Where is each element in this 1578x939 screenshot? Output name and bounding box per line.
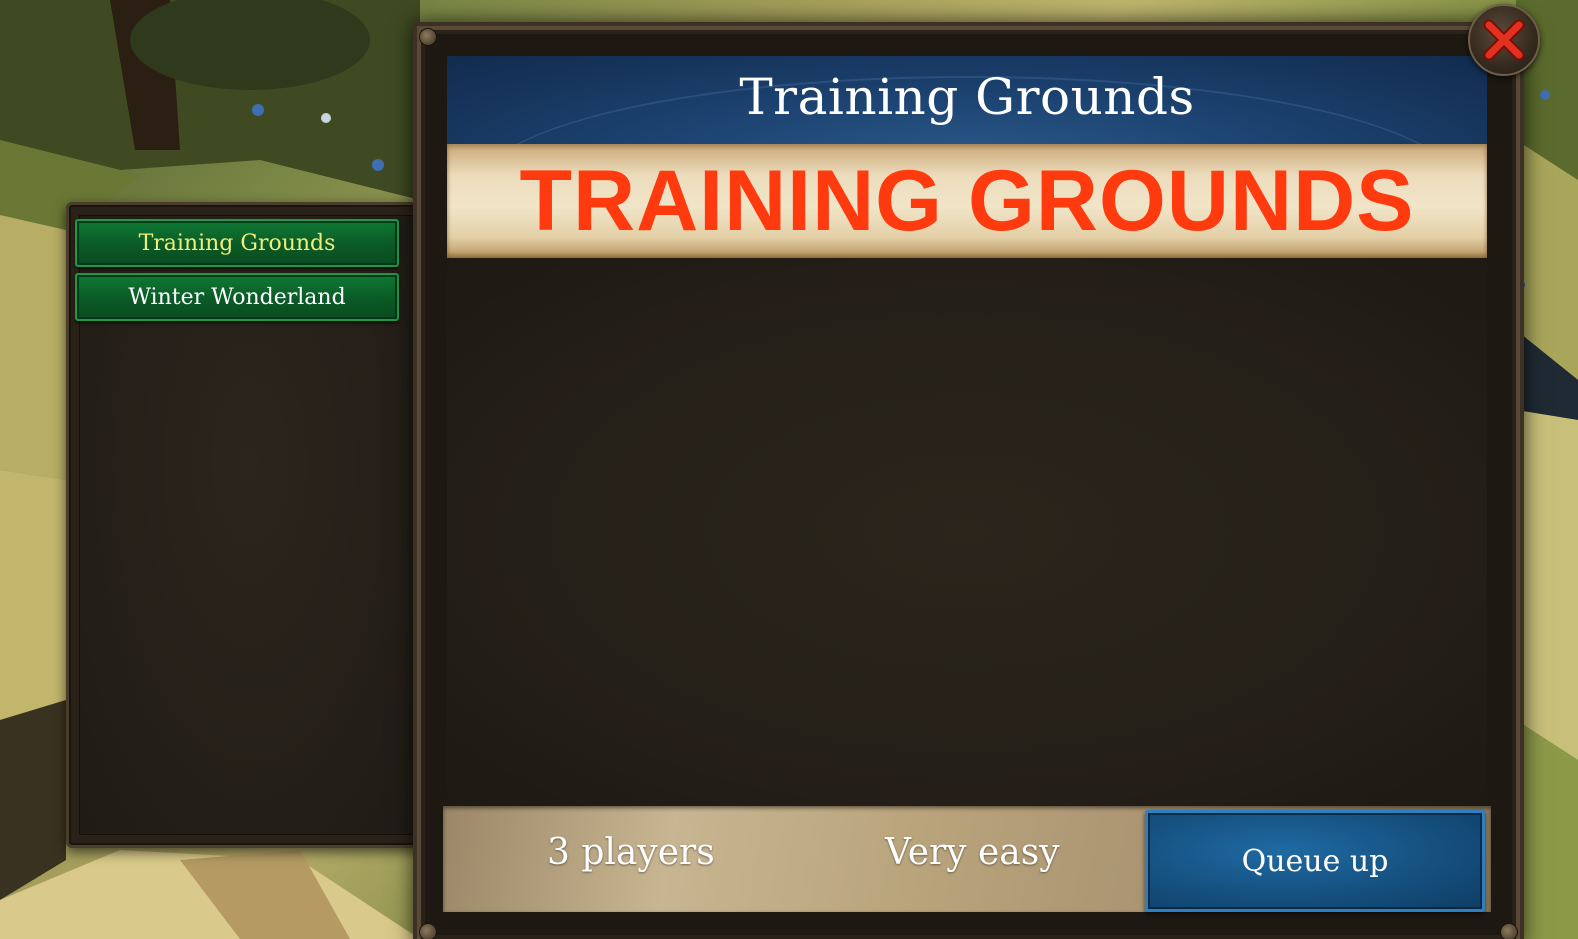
queue-up-button[interactable]: Queue up bbox=[1145, 810, 1485, 912]
corner-rivet bbox=[1500, 923, 1518, 939]
map-banner-title: TRAINING GROUNDS bbox=[519, 153, 1415, 249]
map-details-dialog: Training Grounds TRAINING GROUNDS 3 play… bbox=[413, 22, 1524, 939]
dialog-footer: 3 players Very easy Queue up bbox=[443, 806, 1491, 912]
game-world-background: Training Grounds Winter Wonderland Train… bbox=[0, 0, 1578, 939]
corner-rivet bbox=[419, 923, 437, 939]
map-banner: TRAINING GROUNDS bbox=[447, 144, 1487, 258]
dialog-title: Training Grounds bbox=[739, 68, 1195, 126]
map-item-training-grounds[interactable]: Training Grounds bbox=[75, 219, 399, 267]
difficulty-label: Very easy bbox=[885, 832, 1060, 873]
map-list-panel: Training Grounds Winter Wonderland bbox=[66, 202, 428, 848]
map-item-winter-wonderland[interactable]: Winter Wonderland bbox=[75, 273, 399, 321]
corner-rivet bbox=[419, 28, 437, 46]
dialog-title-bar: Training Grounds bbox=[447, 56, 1487, 144]
close-button[interactable] bbox=[1468, 4, 1540, 76]
close-x-icon bbox=[1483, 19, 1525, 61]
map-preview-area bbox=[447, 258, 1487, 806]
player-count: 3 players bbox=[547, 832, 715, 873]
